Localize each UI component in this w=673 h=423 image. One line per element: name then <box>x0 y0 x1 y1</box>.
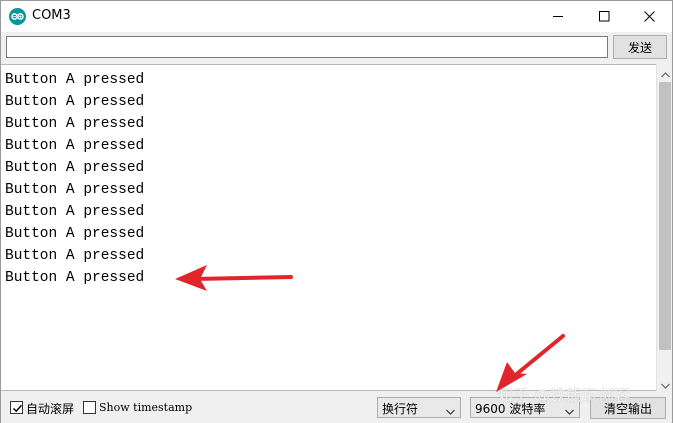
baud-unit: 波特率 <box>509 402 546 416</box>
status-bar: 自动滚屏 Show timestamp 换行符 9600 波特率 清空输出 <box>1 392 672 423</box>
output-line: Button A pressed <box>5 138 145 154</box>
output-line: Button A pressed <box>5 182 145 198</box>
scroll-up-button[interactable] <box>657 64 673 80</box>
baud-rate-select[interactable]: 9600 波特率 <box>470 397 580 418</box>
send-input[interactable] <box>6 36 608 58</box>
output-line: Button A pressed <box>5 94 145 110</box>
output-line: Button A pressed <box>5 204 145 220</box>
maximize-icon <box>598 11 610 22</box>
output-line: Button A pressed <box>5 270 145 286</box>
chevron-up-icon <box>660 63 670 82</box>
timestamp-checkbox[interactable] <box>83 401 96 414</box>
chevron-down-icon <box>660 374 670 393</box>
output-line: Button A pressed <box>5 116 145 132</box>
title-bar: COM3 <box>1 1 672 32</box>
output-line: Button A pressed <box>5 160 145 176</box>
baud-number: 9600 <box>475 402 506 416</box>
autoscroll-label[interactable]: 自动滚屏 <box>26 400 74 417</box>
baud-rate-value: 9600 波特率 <box>475 400 545 417</box>
maximize-button[interactable] <box>581 1 627 32</box>
close-icon <box>643 11 655 22</box>
autoscroll-checkbox[interactable] <box>10 401 23 414</box>
output-lines: Button A pressed Button A pressed Button A… <box>5 69 144 289</box>
scroll-thumb[interactable] <box>659 82 671 350</box>
window-title: COM3 <box>32 8 71 23</box>
serial-monitor-window: COM3 发送 Button A pressed Button A pressed… <box>0 0 673 423</box>
chevron-down-icon <box>565 404 574 418</box>
output-line: Button A pressed <box>5 72 145 88</box>
output-line: Button A pressed <box>5 226 145 242</box>
send-toolbar: 发送 <box>1 32 672 64</box>
line-ending-select[interactable]: 换行符 <box>377 397 461 418</box>
chevron-down-icon <box>446 404 455 418</box>
checkmark-icon <box>12 404 23 413</box>
clear-output-button[interactable]: 清空输出 <box>590 397 666 419</box>
timestamp-label[interactable]: Show timestamp <box>99 401 192 414</box>
line-ending-value: 换行符 <box>382 402 419 416</box>
vertical-scrollbar[interactable] <box>656 64 672 391</box>
minimize-icon <box>552 11 564 22</box>
serial-output[interactable]: Button A pressed Button A pressed Button A… <box>1 64 656 391</box>
scroll-down-button[interactable] <box>657 375 673 391</box>
minimize-button[interactable] <box>535 1 581 32</box>
close-button[interactable] <box>626 1 672 32</box>
send-button[interactable]: 发送 <box>613 35 667 59</box>
output-line: Button A pressed <box>5 248 145 264</box>
arduino-icon <box>9 8 26 25</box>
